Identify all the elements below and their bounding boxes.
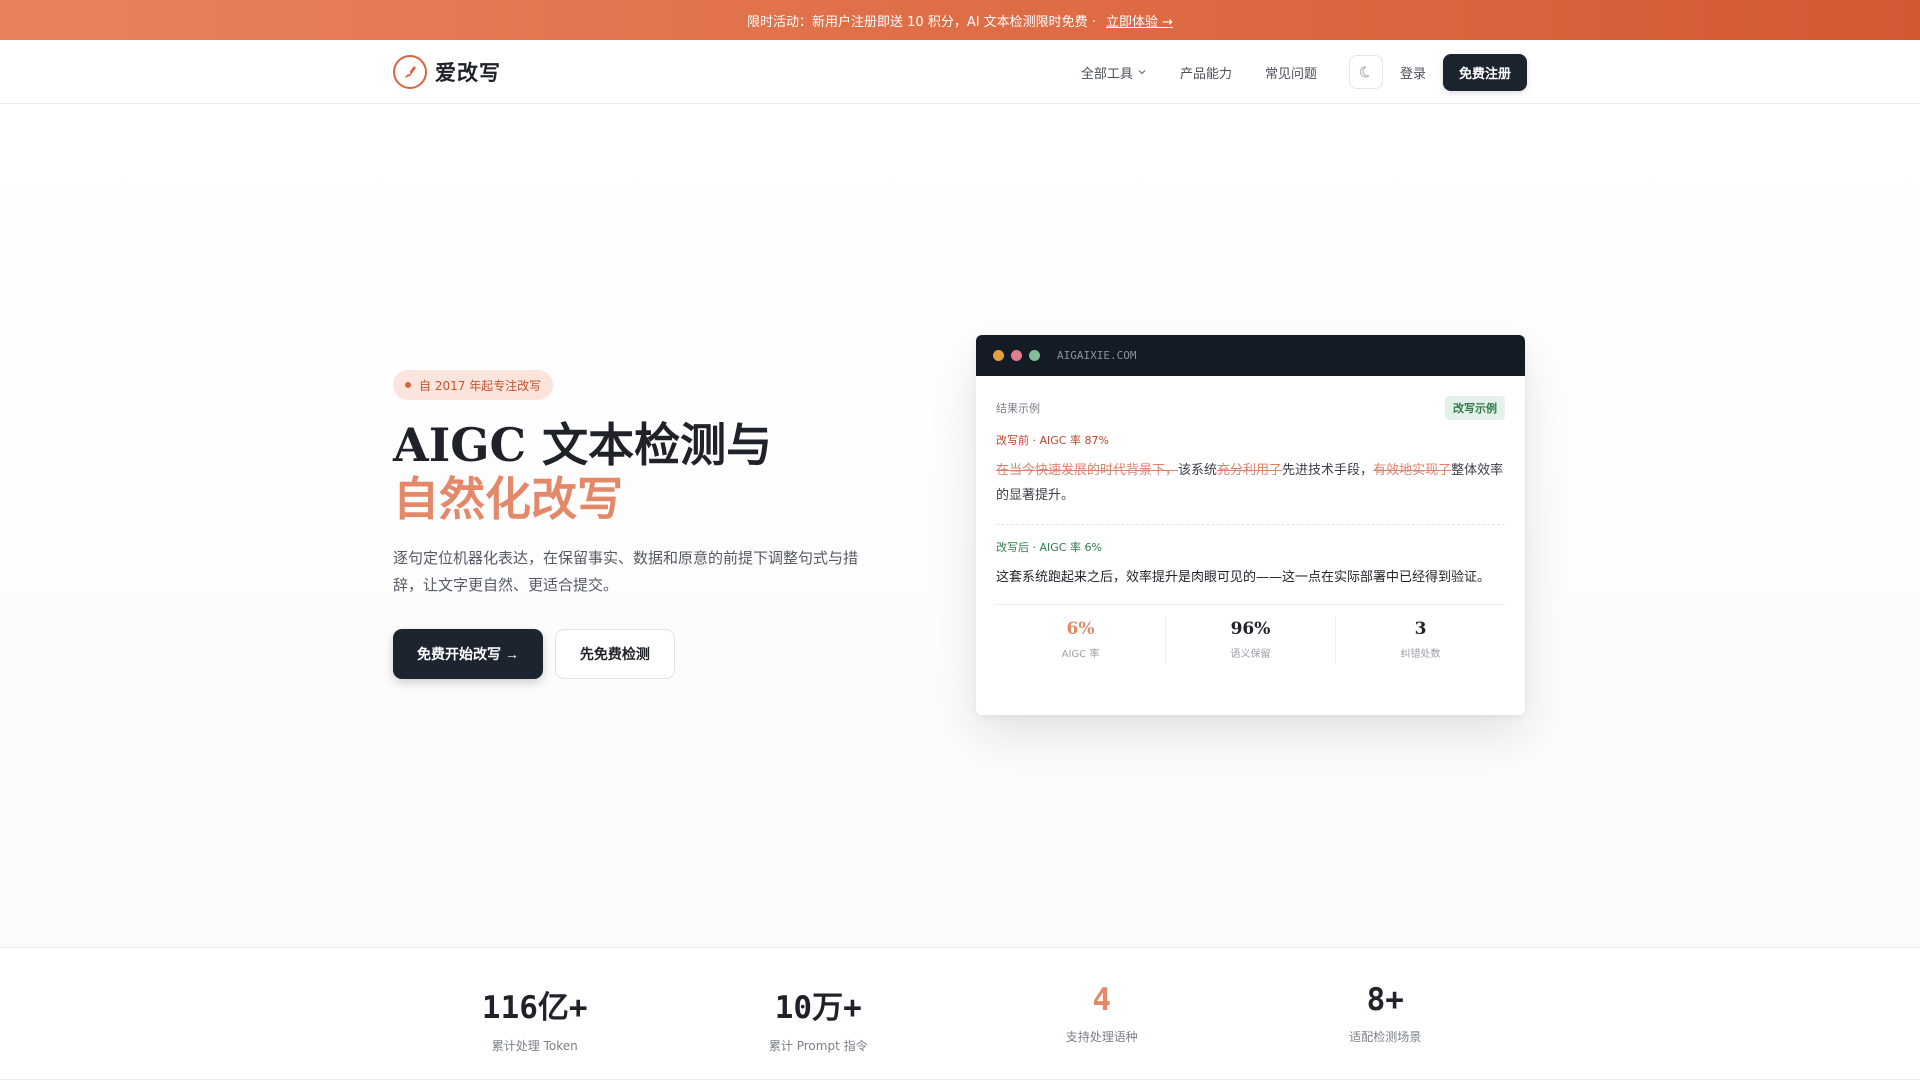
strip-stat-languages: 4 支持处理语种 [960,948,1244,1080]
free-detect-button[interactable]: 先免费检测 [554,629,675,679]
before-segment: 在当今快速发展的时代背景下， [996,463,1179,478]
window-dot-green-icon [1029,350,1040,361]
stat-value: 3 [1414,619,1427,639]
before-text: 在当今快速发展的时代背景下，该系统充分利用了先进技术手段，有效地实现了整体效率的… [996,458,1505,508]
dashed-divider [996,524,1505,525]
pen-logo-icon [393,55,427,89]
stat-aigc-rate: 6% AIGC 率 [996,617,1166,664]
before-segment: 先进技术手段， [1282,463,1374,478]
before-segment: 有效地实现了 [1373,463,1452,478]
badge-text: 自 2017 年起专注改写 [419,378,542,393]
stat-value: 96% [1230,619,1271,639]
theme-toggle-button[interactable] [1348,55,1383,89]
nav-faq[interactable]: 常见问题 [1265,63,1317,82]
badge-dot-icon [405,382,411,388]
after-label: 改写后 · AIGC 率 6% [996,541,1102,554]
before-segment: 充分利用了 [1217,463,1283,478]
stat-label: 纠错处数 [1400,649,1441,660]
hero-description: 逐句定位机器化表达，在保留事实、数据和原意的前提下调整句式与措辞，让文字更自然、… [393,549,859,594]
strip-label: 支持处理语种 [1065,1030,1138,1044]
strip-stat-prompts: 10万+ 累计 Prompt 指令 [677,948,961,1080]
nav-all-tools[interactable]: 全部工具 [1081,63,1147,82]
strip-label: 累计处理 Token [491,1039,578,1053]
window-dot-red-icon [1011,350,1022,361]
hero-section [0,105,1920,947]
strip-value: 4 [1092,982,1112,1018]
hero-title-line1: AIGC 文本检测与 [393,418,773,472]
main-nav: 全部工具 产品能力 常见问题 [1081,63,1317,82]
strip-label: 适配检测场景 [1349,1030,1422,1044]
nav-faq-label: 常见问题 [1264,66,1317,82]
window-dot-yellow-icon [993,350,1004,361]
card-label: 结果示例 [996,402,1040,415]
before-segment: 该系统 [1178,463,1218,478]
before-label: 改写前 · AIGC 率 87% [996,434,1109,447]
stat-semantic-retention: 96% 语义保留 [1166,617,1336,664]
card-url: AIGAIXIE.COM [1057,349,1137,362]
after-text: 这套系统跑起来之后，效率提升是肉眼可见的——这一点在实际部署中已经得到验证。 [996,570,1491,585]
result-demo-card: AIGAIXIE.COM 结果示例 改写示例 改写前 · AIGC 率 87% … [976,335,1525,715]
moon-icon [1359,66,1370,78]
card-stats: 6% AIGC 率 96% 语义保留 3 纠错处数 [996,604,1505,664]
promo-text: 限时活动：新用户注册即送 10 积分，AI 文本检测限时免费 · [747,14,1096,30]
stat-value: 6% [1066,619,1095,639]
strip-value: 8+ [1366,982,1404,1018]
since-badge: 自 2017 年起专注改写 [393,370,554,400]
signup-button[interactable]: 免费注册 [1442,53,1527,91]
nav-all-tools-label: 全部工具 [1080,66,1133,82]
site-header: 爱改写 全部工具 产品能力 常见问题 登录 免费注册 [0,40,1920,104]
stat-label: AIGC 率 [1061,649,1100,660]
strip-stat-tokens: 116亿+ 累计处理 Token [393,948,677,1080]
stats-strip: 116亿+ 累计处理 Token 10万+ 累计 Prompt 指令 4 支持处… [0,947,1920,1080]
stat-label: 语义保留 [1230,649,1271,660]
brand-name: 爱改写 [435,61,501,85]
strip-value: 116亿+ [481,990,588,1026]
start-rewrite-button[interactable]: 免费开始改写 → [393,629,543,679]
nav-product-capabilities[interactable]: 产品能力 [1180,63,1232,82]
card-titlebar: AIGAIXIE.COM [976,335,1525,376]
rewrite-example-tag: 改写示例 [1445,396,1505,420]
strip-value: 10万+ [774,990,862,1026]
strip-stat-scenarios: 8+ 适配检测场景 [1244,948,1528,1080]
hero-title: AIGC 文本检测与 自然化改写 [393,418,772,526]
strip-label: 累计 Prompt 指令 [768,1039,868,1053]
stat-corrections: 3 纠错处数 [1336,617,1505,664]
nav-product-capabilities-label: 产品能力 [1179,66,1232,82]
login-link[interactable]: 登录 [1400,63,1426,82]
brand[interactable]: 爱改写 [393,55,501,89]
promo-link[interactable]: 立即体验 → [1106,11,1173,30]
hero-actions: 免费开始改写 → 先免费检测 [393,629,675,679]
promo-banner: 限时活动：新用户注册即送 10 积分，AI 文本检测限时免费 · 立即体验 → [0,0,1920,40]
chevron-down-icon [1138,70,1146,75]
hero-title-line2: 自然化改写 [393,472,623,526]
